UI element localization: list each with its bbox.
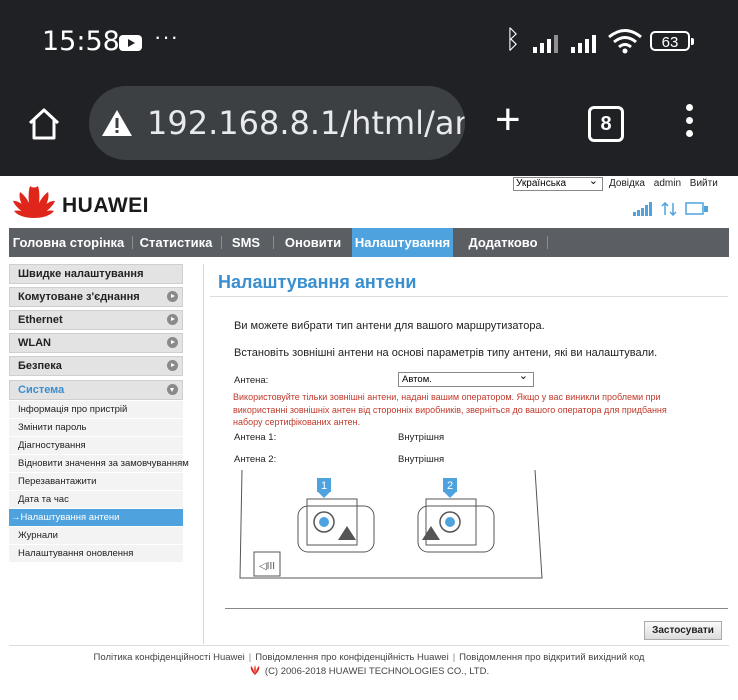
- sidebar-subitem-diagnostics[interactable]: Діагностування: [9, 437, 183, 455]
- browser-toolbar: 192.168.8.1/html/anter + 8: [0, 80, 738, 176]
- copyright-text: (C) 2006-2018 HUAWEI TECHNOLOGIES CO., L…: [264, 666, 490, 677]
- sidebar-subitem-change-password[interactable]: Змінити пароль: [9, 419, 183, 437]
- sidebar-security[interactable]: Безпека: [9, 356, 183, 376]
- svg-text:◁III: ◁III: [259, 561, 275, 572]
- huawei-small-logo: [250, 665, 260, 675]
- sidebar-item-label: Швидке налаштування: [18, 268, 144, 280]
- sidebar-item-label: Налаштування антени: [20, 512, 120, 523]
- antenna-ports-diagram: ◁III 1 2: [239, 469, 543, 579]
- antenna-type-select[interactable]: Автом.: [398, 370, 534, 387]
- port1-number: 1: [321, 480, 327, 492]
- data-transfer-icon: [661, 202, 677, 216]
- sidebar-subitem-antenna-settings[interactable]: →Налаштування антени: [9, 509, 183, 527]
- more-notifications-icon: ···: [154, 24, 179, 49]
- help-link[interactable]: Довідка: [609, 178, 645, 189]
- not-secure-warning-icon[interactable]: [101, 108, 133, 138]
- intro-text-2: Встановіть зовнішні антени на основі пар…: [234, 347, 658, 359]
- copyright: (C) 2006-2018 HUAWEI TECHNOLOGIES CO., L…: [0, 665, 738, 677]
- sidebar-quick-setup[interactable]: Швидке налаштування: [9, 264, 183, 284]
- antenna-type-label: Антена:: [234, 375, 269, 386]
- chevron-right-icon: [167, 337, 178, 348]
- title-divider: [210, 296, 728, 297]
- signal-icon-1: [533, 31, 563, 53]
- nav-sms[interactable]: SMS: [224, 228, 268, 257]
- sidebar-ethernet[interactable]: Ethernet: [9, 310, 183, 330]
- sidebar-wlan[interactable]: WLAN: [9, 333, 183, 353]
- status-bar: 15:58 ··· ᛒ 63: [0, 0, 738, 80]
- sidebar-dialup[interactable]: Комутоване з'єднання: [9, 287, 183, 307]
- footer-divider: [9, 645, 729, 646]
- privacy-policy-link[interactable]: Політика конфіденційності Huawei: [94, 652, 245, 663]
- wifi-icon: [608, 29, 642, 54]
- main-nav: Головна сторінка Статистика SMS Оновити …: [9, 228, 729, 257]
- browser-menu-icon[interactable]: [686, 104, 696, 143]
- signal-strength-icon: [633, 202, 652, 216]
- tab-switcher-button[interactable]: 8: [588, 106, 624, 142]
- home-icon[interactable]: [26, 106, 62, 142]
- battery-icon: 63: [650, 31, 694, 51]
- new-tab-icon[interactable]: +: [495, 98, 521, 142]
- sidebar-item-label: Безпека: [18, 360, 62, 372]
- selected-arrow-icon: →: [11, 512, 21, 523]
- sidebar-subitem-update-settings[interactable]: Налаштування оновлення: [9, 545, 183, 563]
- footer-links: Політика конфіденційності Huawei | Повідом…: [93, 652, 645, 663]
- sidebar-item-label: Система: [18, 384, 65, 396]
- antenna2-label: Антена 2:: [234, 454, 277, 465]
- chevron-right-icon: [167, 314, 178, 325]
- sidebar-subitem-device-info[interactable]: Інформація про пристрій: [9, 401, 183, 419]
- youtube-icon: [119, 35, 142, 51]
- sidebar-subitem-logs[interactable]: Журнали: [9, 527, 183, 545]
- chevron-right-icon: [167, 291, 178, 302]
- page-title: Налаштування антени: [218, 272, 417, 292]
- open-source-notice-link[interactable]: Повідомлення про відкритий вихідний код: [459, 652, 644, 663]
- antenna-warning-text: Використовуйте тільки зовнішні антени, н…: [233, 392, 667, 427]
- form-divider: [225, 608, 728, 609]
- router-web-page: HUAWEI Українська Довідка admin Вийти Го…: [0, 175, 738, 700]
- nav-home[interactable]: Головна сторінка: [9, 228, 128, 257]
- nav-settings[interactable]: Налаштування: [352, 228, 453, 257]
- antenna1-label: Антена 1:: [234, 432, 277, 443]
- nav-statistics[interactable]: Статистика: [135, 228, 217, 257]
- sidebar-item-label: Ethernet: [18, 314, 63, 326]
- user-name: admin: [653, 178, 682, 189]
- url-text[interactable]: 192.168.8.1/html/anter: [147, 104, 465, 142]
- antenna1-value: Внутрішня: [398, 432, 445, 443]
- nav-update[interactable]: Оновити: [276, 228, 350, 257]
- sidebar-item-label: Комутоване з'єднання: [18, 291, 140, 303]
- logout-link[interactable]: Вийти: [690, 178, 718, 189]
- chevron-down-icon: [167, 384, 178, 395]
- brand-name: HUAWEI: [62, 194, 149, 217]
- nav-advanced[interactable]: Додатково: [461, 228, 545, 257]
- header-links: Довідка admin Вийти: [609, 178, 724, 189]
- clock: 15:58: [42, 26, 120, 57]
- connected-device-icon: [685, 202, 708, 215]
- sidebar-subitem-reboot[interactable]: Перезавантажити: [9, 473, 183, 491]
- sidebar-item-label: WLAN: [18, 337, 51, 349]
- sidebar-subitem-restore-defaults[interactable]: Відновити значення за замовчуванням: [9, 455, 189, 473]
- signal-icon-2: [571, 31, 601, 53]
- sidebar-divider: [203, 264, 204, 644]
- address-bar[interactable]: 192.168.8.1/html/anter: [89, 86, 465, 160]
- language-select[interactable]: Українська: [513, 175, 603, 191]
- huawei-logo: [13, 186, 55, 218]
- port2-number: 2: [447, 480, 453, 492]
- chevron-right-icon: [167, 360, 178, 371]
- sidebar-subitem-date-time[interactable]: Дата та час: [9, 491, 183, 509]
- sidebar-system[interactable]: Система: [9, 380, 183, 400]
- apply-button[interactable]: Застосувати: [644, 621, 722, 640]
- privacy-notice-link[interactable]: Повідомлення про конфіденційність Huawei: [255, 652, 448, 663]
- antenna2-value: Внутрішня: [398, 454, 445, 465]
- bluetooth-icon: ᛒ: [505, 24, 521, 54]
- intro-text-1: Ви можете вибрати тип антени для вашого …: [234, 320, 545, 332]
